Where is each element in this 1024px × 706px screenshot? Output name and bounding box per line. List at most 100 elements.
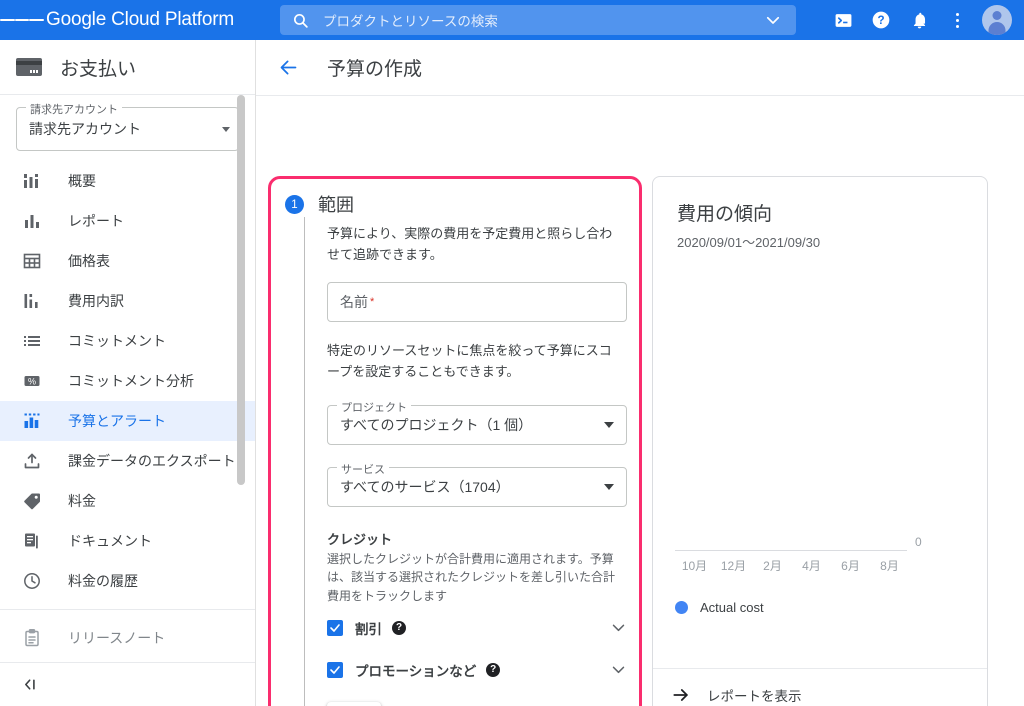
sidebar-item-overview[interactable]: 概要	[0, 161, 255, 201]
credit-option-label: プロモーションなど	[355, 663, 477, 679]
sidebar: お支払い 請求先アカウント 請求先アカウント 概要 レポート 価格表 費用内訳 …	[0, 40, 256, 706]
back-arrow-icon[interactable]	[278, 57, 299, 78]
pricing-tag-icon	[24, 493, 40, 510]
sidebar-scrollbar[interactable]	[237, 90, 251, 650]
pricing-table-icon	[23, 253, 41, 269]
checkbox-checked-icon[interactable]	[327, 661, 343, 678]
help-icon[interactable]: ?	[862, 0, 900, 40]
cost-breakdown-icon	[24, 294, 38, 308]
caret-down-icon[interactable]	[222, 126, 230, 132]
sidebar-collapse-button[interactable]	[0, 662, 255, 706]
sidebar-divider	[0, 609, 255, 610]
help-circle-icon[interactable]: ?	[486, 662, 501, 677]
help-circle-icon[interactable]: ?	[392, 620, 406, 635]
chevron-down-icon[interactable]	[610, 619, 627, 636]
next-button[interactable]: 次へ	[327, 701, 381, 706]
chart-x-tick: 2月	[763, 559, 782, 573]
chart-x-tick: 12月	[720, 559, 747, 573]
project-select-label: プロジェクト	[337, 398, 411, 415]
main-content: 予算の作成 1 範囲 予算により、実際の費用を予定費用と照らし合わせて追跡できま…	[256, 40, 1024, 706]
export-upload-icon	[24, 453, 40, 469]
hamburger-menu-icon[interactable]	[0, 0, 45, 40]
view-report-link[interactable]: レポートを表示	[653, 668, 987, 706]
service-select-label: サービス	[337, 460, 389, 477]
billing-account-value: 請求先アカウント	[29, 121, 141, 137]
sidebar-title: お支払い	[60, 58, 137, 80]
top-app-bar: Google Cloud Platform プロダクトとリソースの検索 ?	[0, 0, 1024, 40]
billing-account-select[interactable]: 請求先アカウント 請求先アカウント	[16, 101, 239, 151]
sidebar-item-label: 課金データのエクスポート	[68, 453, 236, 469]
sidebar-item-label: 価格表	[68, 253, 110, 269]
search-input[interactable]: プロダクトとリソースの検索	[280, 5, 796, 35]
scope-sub-description: 特定のリソースセットに焦点を絞って予算にスコープを設定することもできます。	[327, 342, 612, 380]
sidebar-item-label: 料金の履歴	[68, 573, 138, 589]
svg-text:?: ?	[877, 14, 884, 27]
checkbox-checked-icon[interactable]	[327, 619, 343, 636]
release-notes-icon	[25, 629, 39, 647]
sidebar-item-label: ドキュメント	[68, 533, 152, 549]
cloud-shell-icon[interactable]	[824, 0, 862, 40]
chart-x-tick: 8月	[880, 559, 899, 573]
more-options-icon[interactable]	[938, 0, 976, 40]
account-avatar[interactable]	[982, 5, 1012, 35]
caret-down-icon[interactable]	[604, 483, 614, 490]
view-report-label: レポートを表示	[707, 688, 802, 704]
chart-y-tick-0: 0	[915, 535, 922, 549]
budget-name-field[interactable]: 名前 *	[327, 281, 627, 322]
billing-account-label: 請求先アカウント	[26, 101, 122, 117]
service-select-value: すべてのサービス（1704）	[340, 478, 510, 495]
project-select[interactable]: プロジェクト すべてのプロジェクト（1 個）	[327, 398, 627, 445]
sidebar-item-release-notes[interactable]: リリースノート	[0, 618, 255, 658]
chart-title: 費用の傾向	[677, 204, 773, 225]
legend-label: Actual cost	[700, 600, 764, 615]
sidebar-item-budgets-alerts[interactable]: 予算とアラート	[0, 401, 255, 441]
service-select[interactable]: サービス すべてのサービス（1704）	[327, 460, 627, 507]
notifications-icon[interactable]	[900, 0, 938, 40]
commitments-list-icon	[24, 336, 40, 346]
chevron-down-icon[interactable]	[764, 11, 782, 29]
sidebar-item-cost-breakdown[interactable]: 費用内訳	[0, 281, 255, 321]
sidebar-nav: 概要 レポート 価格表 費用内訳 コミットメント % コミットメント分析 予算と…	[0, 161, 255, 658]
history-clock-icon	[24, 573, 40, 589]
sidebar-item-pricing[interactable]: 料金	[0, 481, 255, 521]
documents-icon	[25, 533, 38, 549]
sidebar-header: お支払い	[0, 40, 255, 95]
scope-description: 予算により、実際の費用を予定費用と照らし合わせて追跡できます。	[327, 226, 613, 263]
chart-x-tick: 6月	[841, 559, 860, 573]
sidebar-item-pricing-history[interactable]: 料金の履歴	[0, 561, 255, 601]
chart-legend: Actual cost	[675, 600, 987, 615]
credit-option-discounts[interactable]: 割引 ?	[327, 618, 627, 638]
budget-alerts-icon	[24, 413, 40, 428]
credit-option-promotions[interactable]: プロモーションなど ?	[327, 660, 627, 680]
sidebar-item-documents[interactable]: ドキュメント	[0, 521, 255, 561]
search-placeholder: プロダクトとリソースの検索	[323, 14, 498, 29]
scope-step-header: 1 範囲	[285, 191, 621, 217]
sidebar-item-reports[interactable]: レポート	[0, 201, 255, 241]
caret-down-icon[interactable]	[604, 421, 614, 428]
chart-plot-area: 0	[675, 269, 967, 551]
project-select-value: すべてのプロジェクト（1 個）	[340, 416, 533, 433]
credit-card-icon	[16, 58, 42, 76]
step-number-badge: 1	[285, 195, 304, 214]
arrow-right-icon	[673, 688, 688, 701]
sidebar-item-label: コミットメント	[68, 333, 166, 349]
legend-color-swatch	[675, 601, 688, 614]
chart-x-tick: 4月	[802, 559, 821, 573]
overview-dashboard-icon	[24, 174, 38, 188]
percent-analysis-icon: %	[24, 376, 40, 386]
credits-heading: クレジット	[327, 531, 393, 547]
chart-x-axis-line	[675, 550, 907, 551]
sidebar-item-pricing-table[interactable]: 価格表	[0, 241, 255, 281]
chevron-down-icon[interactable]	[610, 661, 627, 678]
scope-step-card: 1 範囲 予算により、実際の費用を予定費用と照らし合わせて追跡できます。 名前 …	[268, 176, 642, 706]
collapse-panel-icon	[25, 679, 35, 690]
chart-x-tick-labels: 10月 12月 2月 4月 6月 8月	[675, 557, 911, 574]
chart-x-tick: 10月	[681, 559, 708, 573]
sidebar-item-billing-export[interactable]: 課金データのエクスポート	[0, 441, 255, 481]
page-title: 予算の作成	[327, 59, 423, 80]
sidebar-item-commitments[interactable]: コミットメント	[0, 321, 255, 361]
sidebar-item-commitment-analysis[interactable]: % コミットメント分析	[0, 361, 255, 401]
sidebar-scrollbar-thumb[interactable]	[237, 95, 245, 485]
cost-trend-card: 費用の傾向 2020/09/01〜2021/09/30 0 10月 12月 2月…	[652, 176, 988, 706]
sidebar-item-label: 費用内訳	[68, 293, 124, 309]
